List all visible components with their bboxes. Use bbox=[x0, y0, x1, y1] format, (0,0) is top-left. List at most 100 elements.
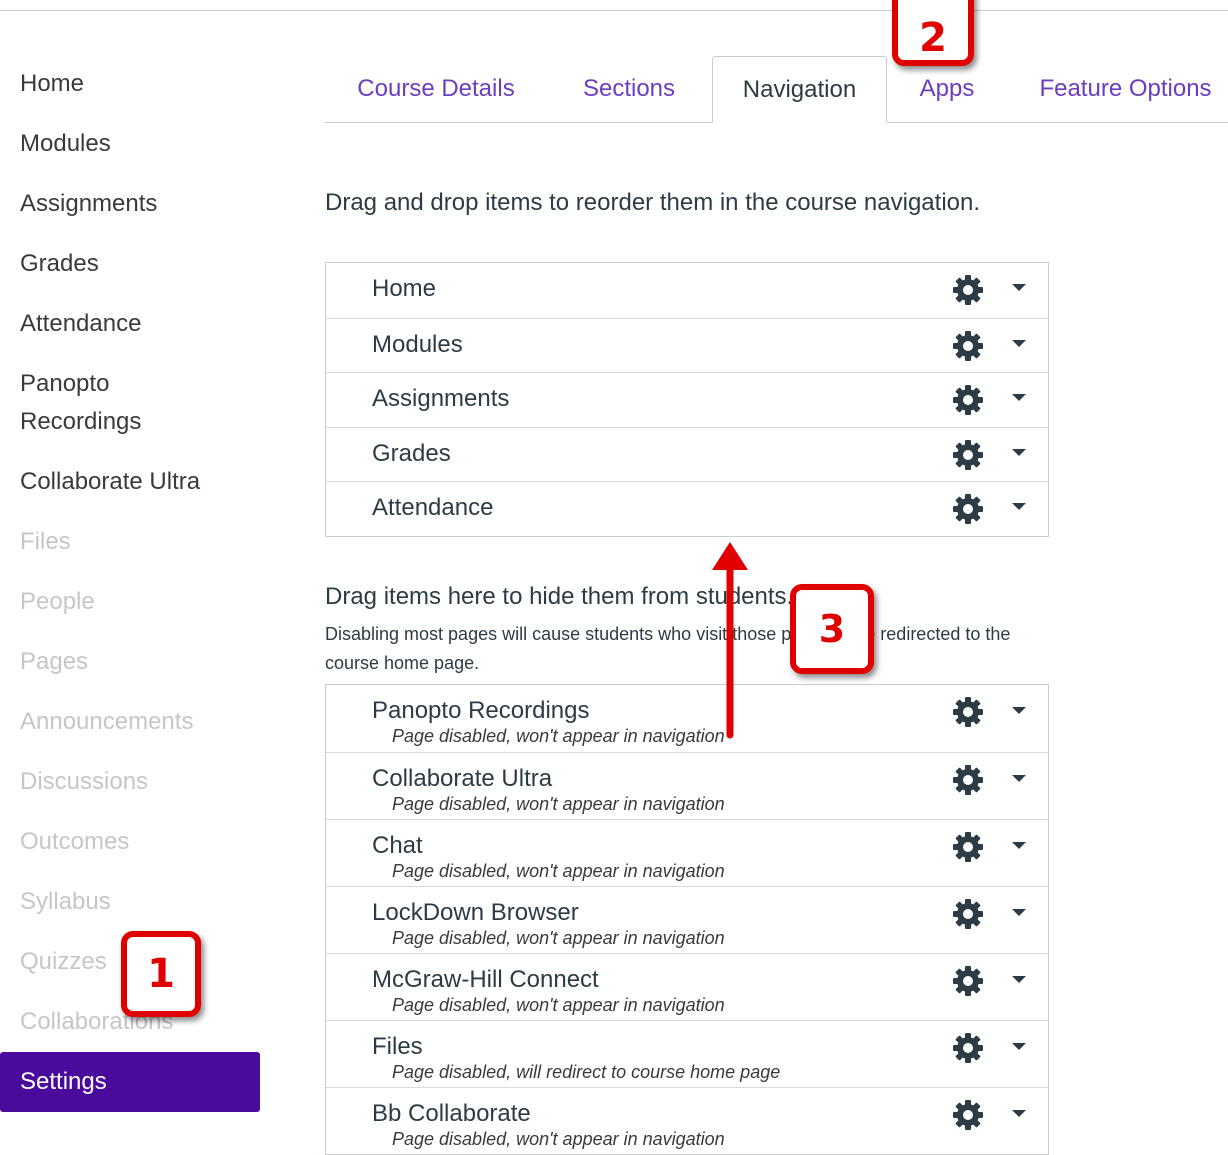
nav-item-grades[interactable]: Grades bbox=[326, 426, 1048, 482]
gear-icon[interactable] bbox=[952, 898, 984, 930]
caret-down-icon[interactable] bbox=[1012, 1043, 1026, 1050]
gear-icon[interactable] bbox=[952, 764, 984, 796]
disabled-item-bb-collaborate[interactable]: Bb Collaborate Page disabled, won't appea… bbox=[326, 1087, 1048, 1154]
sidebar-item-people[interactable]: People bbox=[0, 572, 260, 632]
sidebar-item-attendance[interactable]: Attendance bbox=[0, 294, 260, 354]
disabled-item-panopto-recordings[interactable]: Panopto Recordings Page disabled, won't a… bbox=[326, 685, 1048, 752]
top-divider bbox=[0, 10, 1228, 11]
disabled-item-collaborate-ultra[interactable]: Collaborate Ultra Page disabled, won't ap… bbox=[326, 752, 1048, 819]
disabled-item-lockdown-browser[interactable]: LockDown Browser Page disabled, won't app… bbox=[326, 886, 1048, 953]
nav-item-label: Grades bbox=[372, 439, 451, 467]
gear-icon[interactable] bbox=[952, 274, 984, 306]
sidebar-item-pages[interactable]: Pages bbox=[0, 632, 260, 692]
sidebar-item-label: People bbox=[20, 588, 95, 615]
nav-item-label: Assignments bbox=[372, 385, 510, 412]
sidebar-item-label: Grades bbox=[20, 250, 99, 277]
sidebar-item-label: Outcomes bbox=[20, 828, 130, 855]
sidebar-item-modules[interactable]: Modules bbox=[0, 114, 260, 174]
sidebar-item-label: Panopto bbox=[20, 370, 110, 397]
caret-down-icon[interactable] bbox=[1012, 503, 1026, 510]
sidebar-item-outcomes[interactable]: Outcomes bbox=[0, 812, 260, 872]
nav-item-status: Page disabled, won't appear in navigatio… bbox=[392, 1129, 725, 1149]
callout-step-3: 3 bbox=[790, 584, 874, 674]
nav-item-status: Page disabled, won't appear in navigatio… bbox=[392, 794, 725, 814]
nav-item-label: Attendance bbox=[372, 494, 494, 521]
red-arrow-annotation bbox=[712, 542, 748, 739]
navigation-instructions: Drag and drop items to reorder them in t… bbox=[325, 189, 981, 216]
gear-icon[interactable] bbox=[952, 330, 984, 362]
sidebar-item-label: Assignments bbox=[20, 190, 158, 217]
gear-icon[interactable] bbox=[952, 493, 984, 525]
nav-item-label: Chat bbox=[372, 832, 423, 859]
sidebar-item-label: Files bbox=[20, 528, 71, 555]
nav-item-label: Panopto Recordings bbox=[372, 697, 590, 724]
sidebar-item-label: Quizzes bbox=[20, 948, 107, 975]
callout-step-2: 2 bbox=[892, 0, 974, 66]
settings-tabs: Course Details Sections Navigation Apps … bbox=[325, 56, 1228, 123]
caret-down-icon[interactable] bbox=[1012, 842, 1026, 849]
disabled-item-files[interactable]: Files Page disabled, will redirect to cou… bbox=[326, 1020, 1048, 1087]
sidebar-item-settings[interactable]: Settings bbox=[0, 1052, 260, 1112]
tab-feature-options[interactable]: Feature Options bbox=[1023, 56, 1228, 122]
nav-item-label: Modules bbox=[372, 330, 463, 358]
sidebar-item-label: Attendance bbox=[20, 310, 142, 337]
sidebar-item-home[interactable]: Home bbox=[0, 54, 260, 114]
caret-down-icon[interactable] bbox=[1012, 976, 1026, 983]
sidebar-item-label: Home bbox=[20, 70, 85, 97]
disabled-navigation-list: Panopto Recordings Page disabled, won't a… bbox=[325, 684, 1049, 1155]
tab-navigation[interactable]: Navigation bbox=[712, 56, 887, 123]
sidebar-item-label: Discussions bbox=[20, 768, 149, 795]
gear-icon[interactable] bbox=[952, 384, 984, 416]
sidebar-item-files[interactable]: Files bbox=[0, 512, 260, 572]
sidebar-item-grades[interactable]: Grades bbox=[0, 234, 260, 294]
nav-item-label: Collaborate Ultra bbox=[372, 765, 553, 792]
nav-item-status: Page disabled, will redirect to course h… bbox=[392, 1062, 781, 1082]
caret-down-icon[interactable] bbox=[1012, 775, 1026, 782]
sidebar-item-label: Modules bbox=[20, 130, 111, 157]
sidebar-item-label: Syllabus bbox=[20, 888, 111, 915]
sidebar-item-announcements[interactable]: Announcements bbox=[0, 692, 260, 752]
nav-item-status: Page disabled, won't appear in navigatio… bbox=[392, 928, 725, 948]
nav-item-label: Home bbox=[372, 275, 437, 302]
sidebar-item-label-line2: Recordings bbox=[20, 408, 142, 435]
tab-sections[interactable]: Sections bbox=[561, 56, 697, 122]
nav-item-status: Page disabled, won't appear in navigatio… bbox=[392, 861, 725, 881]
sidebar-item-assignments[interactable]: Assignments bbox=[0, 174, 260, 234]
nav-item-assignments[interactable]: Assignments bbox=[326, 372, 1048, 427]
caret-down-icon[interactable] bbox=[1012, 284, 1026, 291]
nav-item-status: Page disabled, won't appear in navigatio… bbox=[392, 726, 725, 746]
callout-step-1: 1 bbox=[121, 931, 201, 1017]
nav-item-home[interactable]: Home bbox=[326, 263, 1048, 318]
nav-item-status: Page disabled, won't appear in navigatio… bbox=[392, 995, 725, 1015]
nav-item-attendance[interactable]: Attendance bbox=[326, 481, 1048, 536]
nav-item-modules[interactable]: Modules bbox=[326, 317, 1048, 373]
nav-item-label: Files bbox=[372, 1033, 423, 1060]
gear-icon[interactable] bbox=[952, 1032, 984, 1064]
caret-down-icon[interactable] bbox=[1012, 707, 1026, 714]
sidebar-item-discussions[interactable]: Discussions bbox=[0, 752, 260, 812]
caret-down-icon[interactable] bbox=[1012, 339, 1026, 347]
sidebar-item-label: Settings bbox=[20, 1068, 107, 1095]
sidebar-item-label: Collaborate Ultra bbox=[20, 468, 201, 495]
gear-icon[interactable] bbox=[952, 1099, 984, 1131]
caret-down-icon[interactable] bbox=[1012, 909, 1026, 916]
nav-item-label: LockDown Browser bbox=[372, 899, 579, 926]
enabled-navigation-list: Home Modules Assignments Grades Attendan… bbox=[325, 262, 1049, 537]
tab-course-details[interactable]: Course Details bbox=[325, 56, 547, 122]
sidebar-item-syllabus[interactable]: Syllabus bbox=[0, 872, 260, 932]
gear-icon[interactable] bbox=[952, 696, 984, 728]
gear-icon[interactable] bbox=[952, 439, 984, 471]
caret-down-icon[interactable] bbox=[1012, 1110, 1026, 1117]
gear-icon[interactable] bbox=[952, 831, 984, 863]
caret-down-icon[interactable] bbox=[1012, 448, 1026, 456]
sidebar-item-collaborate-ultra[interactable]: Collaborate Ultra bbox=[0, 452, 260, 512]
caret-down-icon[interactable] bbox=[1012, 394, 1026, 401]
hidden-items-description: Disabling most pages will cause students… bbox=[325, 624, 1011, 673]
sidebar-item-panopto-recordings[interactable]: Panopto Recordings bbox=[0, 354, 260, 452]
sidebar-item-label: Announcements bbox=[20, 708, 194, 735]
nav-item-label: Bb Collaborate bbox=[372, 1100, 531, 1127]
gear-icon[interactable] bbox=[952, 965, 984, 997]
sidebar-item-label: Pages bbox=[20, 648, 89, 675]
disabled-item-chat[interactable]: Chat Page disabled, won't appear in navig… bbox=[326, 819, 1048, 886]
disabled-item-mcgraw-hill-connect[interactable]: McGraw-Hill Connect Page disabled, won't … bbox=[326, 953, 1048, 1020]
